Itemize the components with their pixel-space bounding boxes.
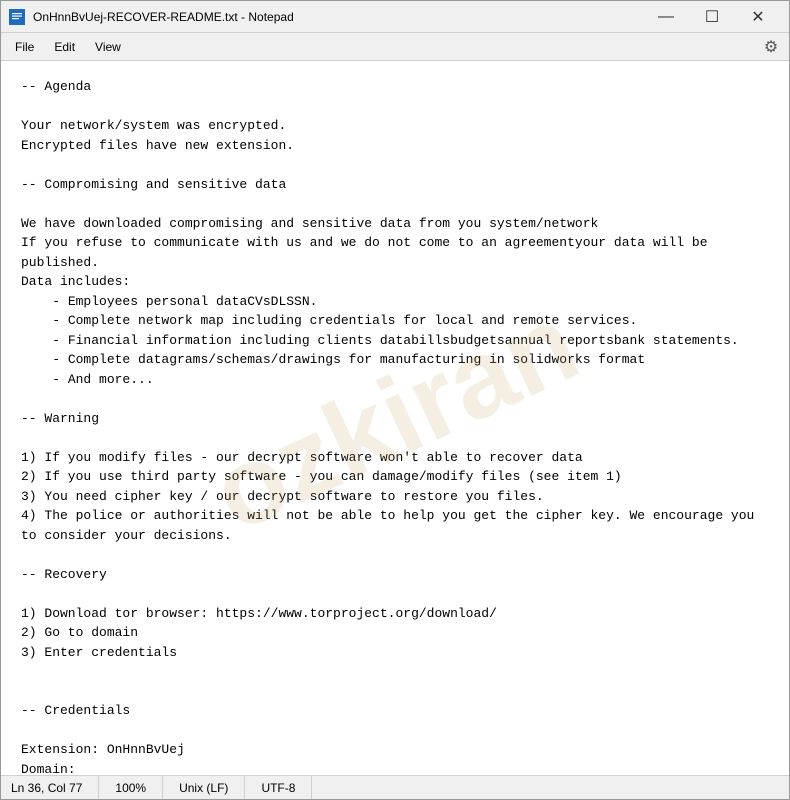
- view-menu[interactable]: View: [85, 36, 131, 58]
- notepad-window: OnHnnBvUej-RECOVER-README.txt - Notepad …: [0, 0, 790, 800]
- cursor-position: Ln 36, Col 77: [11, 776, 99, 799]
- encoding: UTF-8: [245, 776, 312, 799]
- minimize-button[interactable]: —: [643, 1, 689, 33]
- editor-area[interactable]: ozkiran -- Agenda Your network/system wa…: [1, 61, 789, 775]
- editor-content[interactable]: -- Agenda Your network/system was encryp…: [21, 77, 769, 775]
- file-menu[interactable]: File: [5, 36, 44, 58]
- title-bar: OnHnnBvUej-RECOVER-README.txt - Notepad …: [1, 1, 789, 33]
- zoom-level: 100%: [99, 776, 163, 799]
- window-controls: — ☐ ✕: [643, 1, 781, 33]
- line-ending: Unix (LF): [163, 776, 245, 799]
- edit-menu[interactable]: Edit: [44, 36, 85, 58]
- settings-icon[interactable]: ⚙: [757, 33, 785, 61]
- maximize-button[interactable]: ☐: [689, 1, 735, 33]
- menu-bar: File Edit View ⚙: [1, 33, 789, 61]
- window-title: OnHnnBvUej-RECOVER-README.txt - Notepad: [33, 10, 643, 24]
- app-icon: [9, 9, 25, 25]
- status-bar: Ln 36, Col 77 100% Unix (LF) UTF-8: [1, 775, 789, 799]
- close-button[interactable]: ✕: [735, 1, 781, 33]
